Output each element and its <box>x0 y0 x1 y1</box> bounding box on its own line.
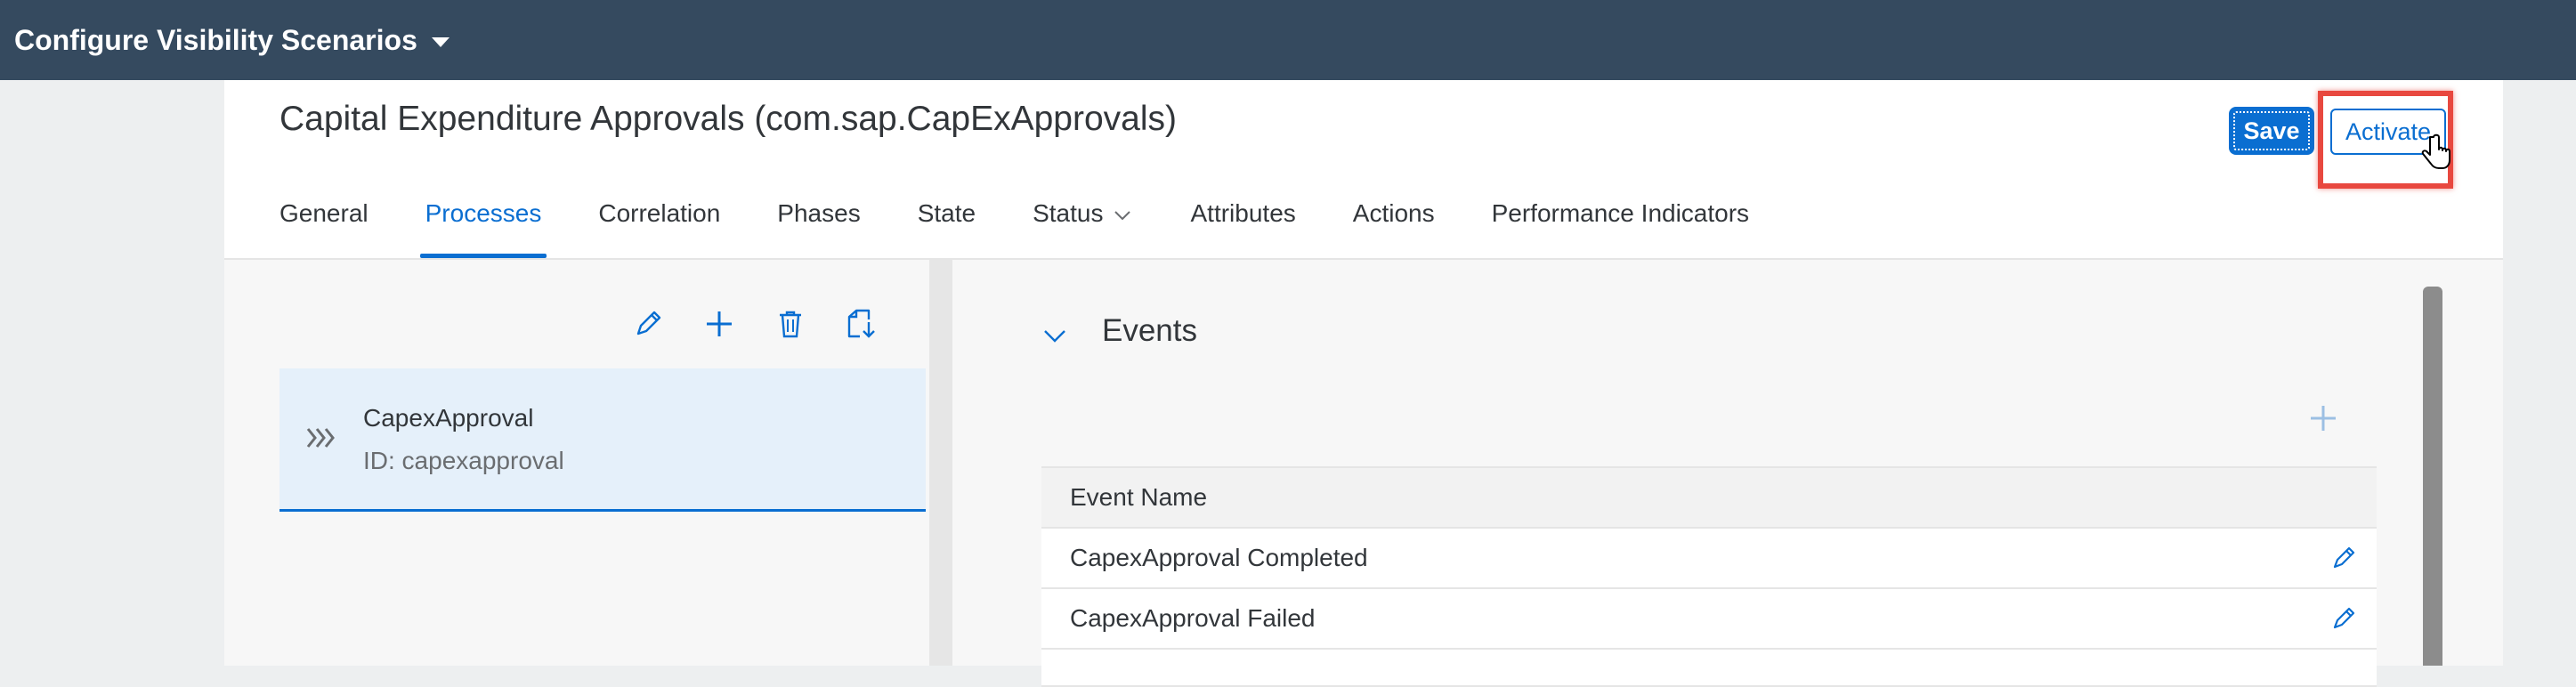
add-icon[interactable] <box>701 306 737 342</box>
process-id: ID: capexapproval <box>363 447 564 474</box>
process-title: CapexApproval <box>363 404 534 432</box>
caret-down-icon <box>431 36 450 47</box>
delete-icon[interactable] <box>773 306 808 342</box>
event-name: CapexApproval Failed <box>1070 604 1316 632</box>
tab-label: Correlation <box>598 199 721 227</box>
process-detail-panel: Events Event Name CapexApproval Complete… <box>952 260 2503 687</box>
event-name: CapexApproval Completed <box>1070 544 1368 571</box>
tab-label: Performance Indicators <box>1491 199 1750 227</box>
page-title: Capital Expenditure Approvals (com.sap.C… <box>279 100 1178 138</box>
add-icon[interactable] <box>2307 402 2339 434</box>
tab-bar: General Processes Correlation Phases Sta… <box>279 196 1806 258</box>
tab-label: Phases <box>777 199 861 227</box>
tab-label: Actions <box>1352 199 1435 227</box>
edit-icon[interactable] <box>2330 605 2357 632</box>
table-row[interactable] <box>1041 650 2377 687</box>
edit-icon[interactable] <box>2330 545 2357 571</box>
hand-cursor-icon <box>2421 133 2450 169</box>
tab-performance-indicators[interactable]: Performance Indicators <box>1492 196 1749 258</box>
object-header: Capital Expenditure Approvals (com.sap.C… <box>224 80 2503 260</box>
app-title-menu[interactable]: Configure Visibility Scenarios <box>14 24 450 57</box>
tab-correlation[interactable]: Correlation <box>598 196 720 258</box>
tab-label: General <box>279 199 369 227</box>
events-table: Event Name CapexApproval Completed Capex… <box>1041 466 2377 687</box>
chevron-down-icon[interactable] <box>1041 322 1068 349</box>
process-list-panel: CapexApproval ID: capexapproval <box>224 260 936 666</box>
tab-general[interactable]: General <box>279 196 369 258</box>
save-button[interactable]: Save <box>2231 109 2313 153</box>
object-page: Capital Expenditure Approvals (com.sap.C… <box>224 80 2503 687</box>
edit-icon[interactable] <box>630 306 666 342</box>
column-header-event-name: Event Name <box>1070 483 1208 511</box>
tab-status[interactable]: Status <box>1033 196 1133 258</box>
list-item[interactable]: CapexApproval ID: capexapproval <box>279 368 926 512</box>
events-section-title: Events <box>1102 313 1197 348</box>
shell-bar: Configure Visibility Scenarios <box>0 0 2576 80</box>
tab-label: State <box>917 199 976 227</box>
tab-label: Attributes <box>1190 199 1296 227</box>
table-row[interactable]: CapexApproval Completed <box>1041 529 2377 589</box>
table-row[interactable]: CapexApproval Failed <box>1041 589 2377 650</box>
tab-state[interactable]: State <box>918 196 976 258</box>
import-icon[interactable] <box>844 306 879 342</box>
tab-actions[interactable]: Actions <box>1353 196 1435 258</box>
tab-phases[interactable]: Phases <box>777 196 860 258</box>
app-title: Configure Visibility Scenarios <box>14 23 417 56</box>
tab-label: Processes <box>425 199 542 227</box>
table-header: Event Name <box>1041 466 2377 529</box>
tab-attributes[interactable]: Attributes <box>1190 196 1295 258</box>
panel-splitter[interactable] <box>929 260 952 666</box>
tab-processes[interactable]: Processes <box>419 196 547 258</box>
tab-label: Status <box>1033 199 1104 227</box>
chevron-down-icon <box>1114 211 1131 221</box>
scrollbar[interactable] <box>2423 287 2442 666</box>
process-chevrons-icon <box>306 428 335 448</box>
